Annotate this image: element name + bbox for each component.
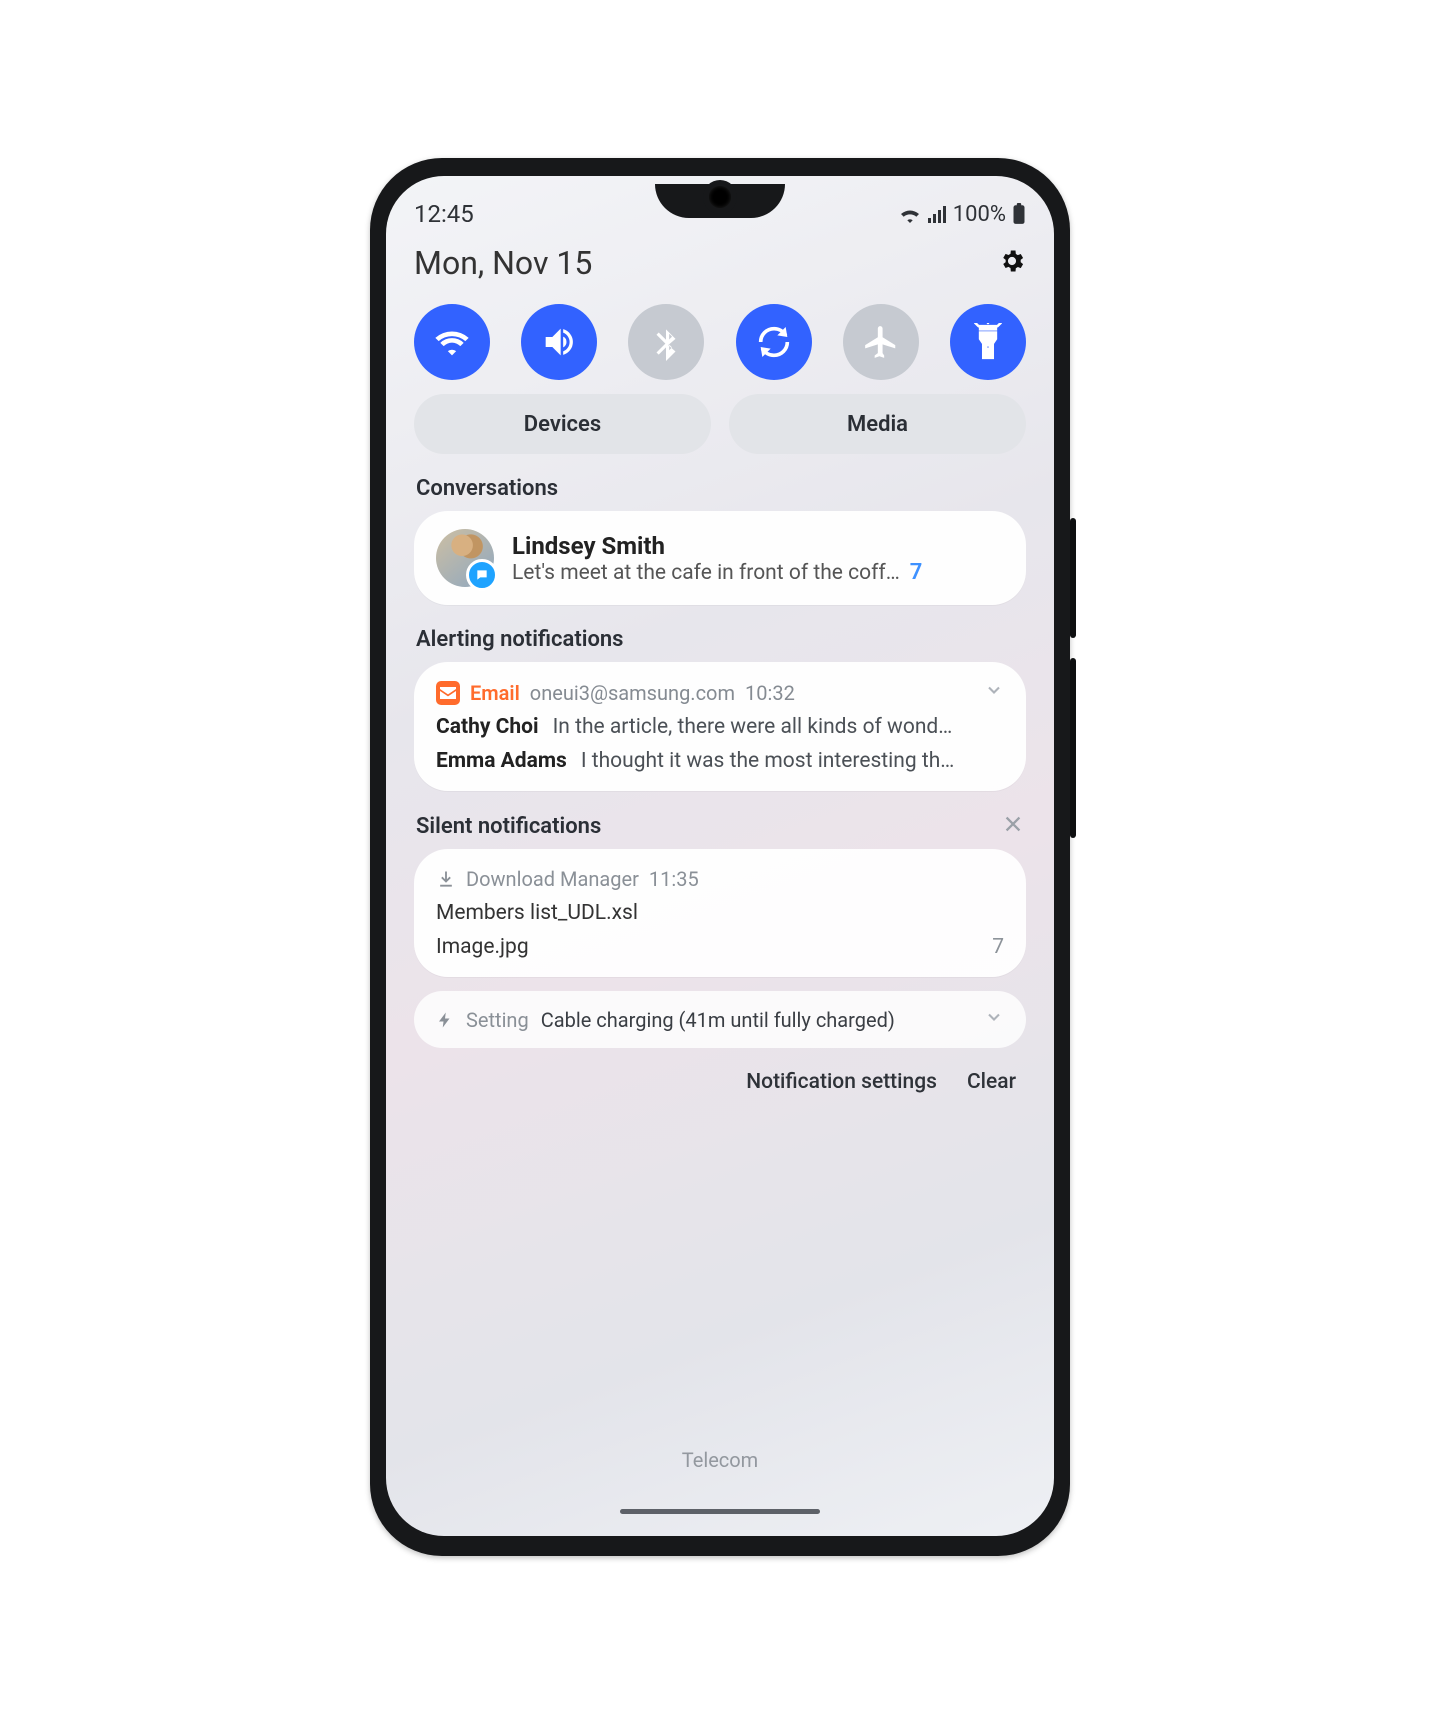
download-icon: [436, 869, 456, 889]
expand-charging-button[interactable]: [984, 1007, 1004, 1032]
devices-button[interactable]: Devices: [414, 394, 711, 454]
quick-toggles: [414, 304, 1026, 380]
conversations-title: Conversations: [416, 476, 558, 501]
chevron-down-icon: [984, 1007, 1004, 1027]
media-label: Media: [847, 412, 908, 437]
phone-frame: 12:45 100% Mon, Nov 15: [370, 158, 1070, 1556]
envelope-icon: [440, 687, 456, 699]
email-app-icon: [436, 681, 460, 705]
panel-shortcuts: Devices Media: [414, 394, 1026, 454]
email-subject: In the article, there were all kinds of …: [553, 715, 953, 739]
email-row: Cathy Choi In the article, there were al…: [436, 715, 1004, 739]
toggle-bluetooth[interactable]: [628, 304, 704, 380]
email-account: oneui3@samsung.com: [530, 681, 735, 705]
email-meta: Email oneui3@samsung.com 10:32: [436, 680, 1004, 705]
download-count: 7: [992, 935, 1004, 959]
bolt-icon: [436, 1009, 454, 1031]
status-time: 12:45: [414, 200, 474, 228]
email-sender: Cathy Choi: [436, 715, 539, 739]
gear-icon: [998, 247, 1026, 275]
avatar-wrap: [436, 529, 494, 587]
home-indicator[interactable]: [620, 1509, 820, 1514]
email-notification[interactable]: Email oneui3@samsung.com 10:32 Cathy Cho…: [414, 662, 1026, 791]
conversation-sender: Lindsey Smith: [512, 532, 1004, 560]
download-filename: Image.jpg: [436, 935, 529, 959]
bluetooth-icon: [647, 323, 685, 361]
chat-icon: [475, 568, 489, 582]
conversation-preview: Let's meet at the cafe in front of the c…: [512, 561, 900, 585]
download-time: 11:35: [649, 867, 699, 891]
screen: 12:45 100% Mon, Nov 15: [386, 176, 1054, 1536]
front-camera: [709, 186, 731, 208]
media-button[interactable]: Media: [729, 394, 1026, 454]
messages-app-badge: [466, 559, 498, 591]
battery-percent: 100%: [953, 202, 1006, 227]
charging-source: Setting: [466, 1008, 529, 1032]
close-icon: [1002, 813, 1024, 835]
volume-button: [1070, 518, 1076, 638]
power-button: [1070, 658, 1076, 838]
clear-all-link[interactable]: Clear: [967, 1070, 1016, 1094]
download-file: Image.jpg 7: [436, 935, 1004, 959]
toggle-wifi[interactable]: [414, 304, 490, 380]
dismiss-silent-button[interactable]: [1002, 813, 1024, 839]
download-meta: Download Manager 11:35: [436, 867, 1004, 891]
signal-status-icon: [927, 205, 947, 223]
alerting-header: Alerting notifications: [416, 627, 1024, 652]
panel-date: Mon, Nov 15: [414, 244, 592, 282]
download-file: Members list_UDL.xsl: [436, 901, 1004, 925]
carrier-label: Telecom: [386, 1448, 1054, 1472]
email-time: 10:32: [745, 681, 795, 705]
wifi-status-icon: [899, 205, 921, 223]
silent-title: Silent notifications: [416, 814, 601, 839]
alerting-title: Alerting notifications: [416, 627, 624, 652]
conversation-count: 7: [910, 560, 923, 585]
conversation-notification[interactable]: Lindsey Smith Let's meet at the cafe in …: [414, 511, 1026, 605]
charging-text: Cable charging (41m until fully charged): [541, 1008, 895, 1032]
battery-status-icon: [1012, 203, 1026, 225]
download-filename: Members list_UDL.xsl: [436, 901, 638, 925]
sound-icon: [539, 322, 579, 362]
toggle-flashlight[interactable]: [950, 304, 1026, 380]
conversations-header: Conversations: [416, 476, 1024, 501]
email-row: Emma Adams I thought it was the most int…: [436, 749, 1004, 773]
wifi-icon: [432, 322, 472, 362]
toggle-airplane[interactable]: [843, 304, 919, 380]
chevron-down-icon: [984, 680, 1004, 700]
silent-header: Silent notifications: [416, 813, 1024, 839]
settings-button[interactable]: [998, 247, 1026, 279]
status-right: 100%: [899, 202, 1026, 227]
devices-label: Devices: [524, 412, 601, 437]
notification-settings-link[interactable]: Notification settings: [746, 1070, 937, 1094]
email-subject: I thought it was the most interesting th…: [581, 749, 955, 773]
email-sender: Emma Adams: [436, 749, 567, 773]
panel-footer: Notification settings Clear: [414, 1070, 1016, 1094]
expand-email-button[interactable]: [984, 680, 1004, 705]
toggle-autorotate[interactable]: [736, 304, 812, 380]
download-app-label: Download Manager: [466, 867, 639, 891]
flashlight-icon: [969, 323, 1007, 361]
email-app-label: Email: [470, 681, 520, 705]
airplane-icon: [862, 323, 900, 361]
download-notification[interactable]: Download Manager 11:35 Members list_UDL.…: [414, 849, 1026, 977]
toggle-sound[interactable]: [521, 304, 597, 380]
conversation-text: Lindsey Smith Let's meet at the cafe in …: [512, 532, 1004, 585]
panel-header: Mon, Nov 15: [414, 244, 1026, 282]
rotate-icon: [754, 322, 794, 362]
charging-notification[interactable]: Setting Cable charging (41m until fully …: [414, 991, 1026, 1048]
